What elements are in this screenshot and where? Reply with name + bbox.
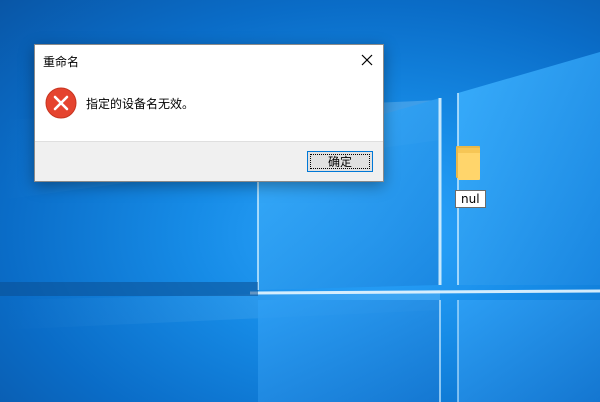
folder-icon[interactable] xyxy=(455,144,481,180)
dialog-content: 指定的设备名无效。 xyxy=(35,75,383,141)
error-message: 指定的设备名无效。 xyxy=(86,97,195,111)
error-icon xyxy=(45,87,77,119)
dialog-footer: 确定 xyxy=(35,141,383,181)
ok-button[interactable]: 确定 xyxy=(307,151,373,172)
dialog-title: 重命名 xyxy=(43,55,80,69)
dialog-titlebar[interactable]: 重命名 xyxy=(35,45,383,75)
close-icon[interactable] xyxy=(357,50,377,70)
rename-dialog: 重命名 指定的设备名无效。 确定 xyxy=(34,44,384,182)
desktop: nul 重命名 指定的设备名无效。 确定 xyxy=(0,0,600,402)
folder-name-label[interactable]: nul xyxy=(455,190,486,208)
